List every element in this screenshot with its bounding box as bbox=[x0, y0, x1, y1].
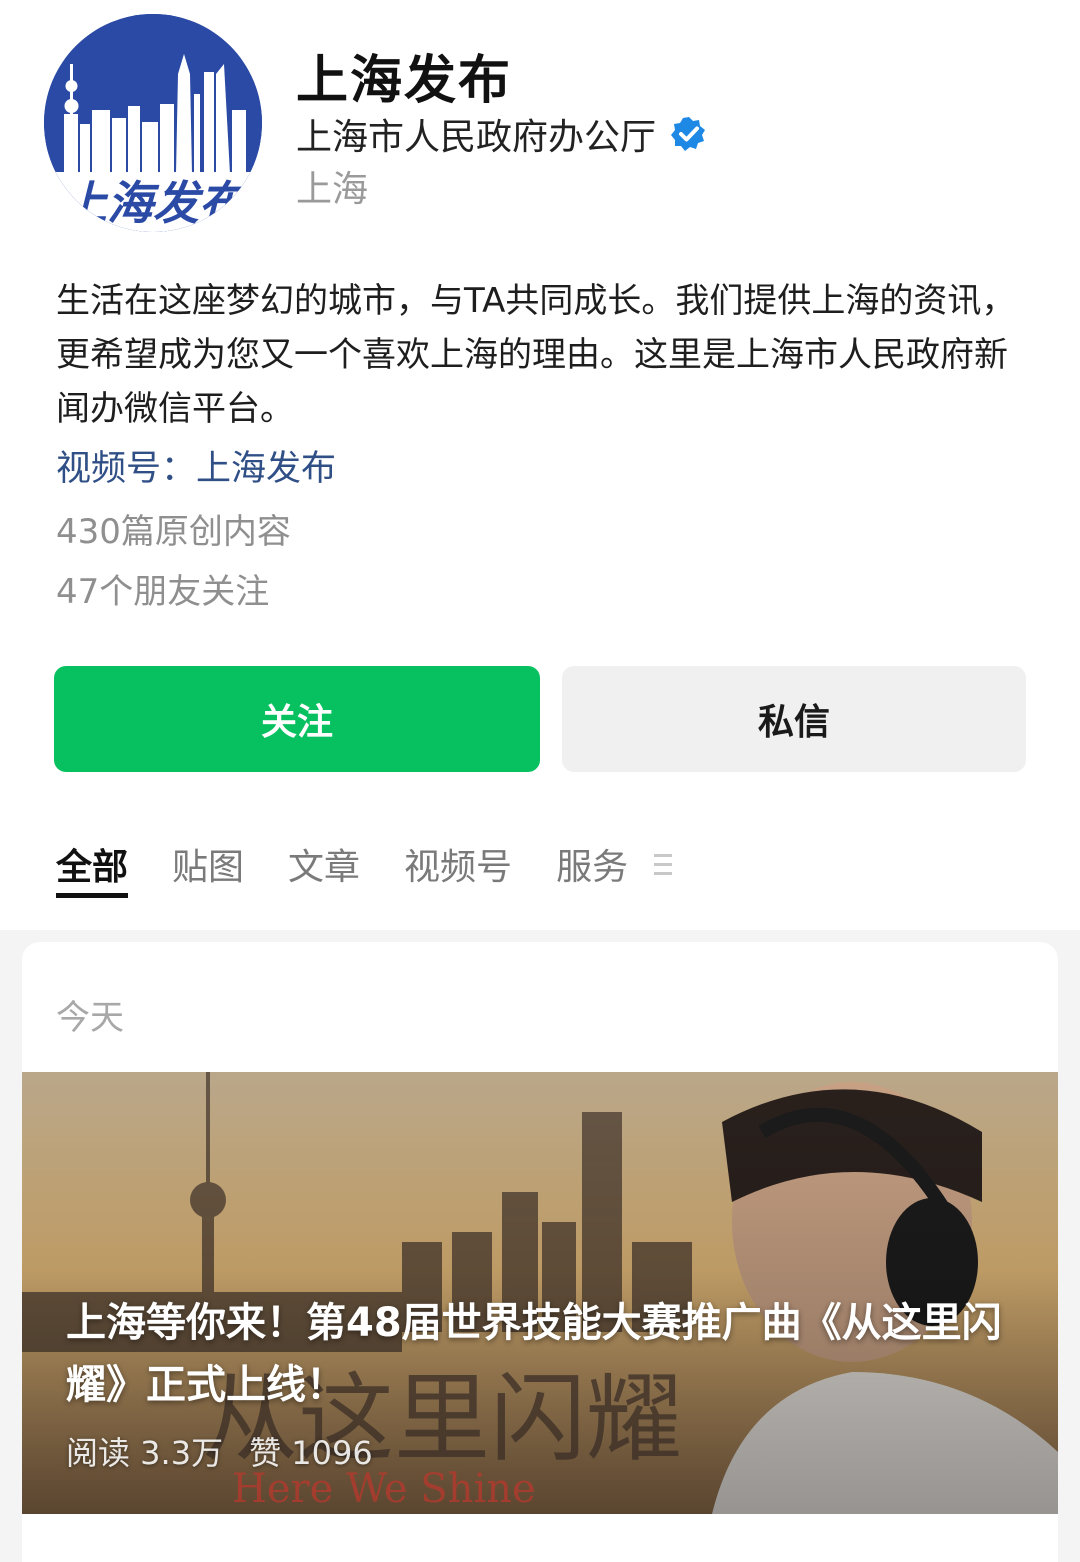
article-reads: 阅读 3.3万 bbox=[66, 1434, 224, 1472]
article-likes: 赞 1096 bbox=[249, 1434, 373, 1472]
avatar-skyline-logo: 上海发布 bbox=[44, 14, 262, 232]
account-region: 上海 bbox=[296, 169, 369, 210]
services-menu-icon[interactable] bbox=[654, 854, 672, 876]
feed-date-label: 今天 bbox=[56, 998, 124, 1038]
svg-text:上海发布: 上海发布 bbox=[61, 176, 252, 230]
original-content-count[interactable]: 430篇原创内容 bbox=[56, 504, 291, 553]
article-cover-image[interactable]: 从这里闪耀 Here We Shine 上海等你来！第48届世界技能大赛推广曲《… bbox=[22, 1072, 1058, 1514]
message-button[interactable]: 私信 bbox=[562, 666, 1026, 772]
article-title: 上海等你来！第48届世界技能大赛推广曲《从这里闪耀》正式上线！ bbox=[66, 1300, 1002, 1408]
follow-button[interactable]: 关注 bbox=[54, 666, 540, 772]
content-tabs: 全部 贴图 文章 视频号 服务 bbox=[56, 838, 672, 898]
account-name: 上海发布 bbox=[296, 51, 513, 111]
profile-header: 上海发布 上海发布 上海市人民政府办公厅 上海 生活在这座梦幻的城市，与TA共同… bbox=[0, 0, 1080, 930]
account-bio: 生活在这座梦幻的城市，与TA共同成长。我们提供上海的资讯，更希望成为您又一个喜欢… bbox=[56, 281, 1016, 429]
tab-services[interactable]: 服务 bbox=[556, 838, 628, 898]
tab-articles[interactable]: 文章 bbox=[288, 838, 360, 898]
tab-channels[interactable]: 视频号 bbox=[404, 838, 512, 898]
account-avatar[interactable]: 上海发布 bbox=[44, 14, 262, 232]
article-stats: 阅读 3.3万赞 1096 bbox=[66, 1428, 373, 1474]
friends-following-count[interactable]: 47个朋友关注 bbox=[56, 564, 269, 613]
organization-label: 上海市人民政府办公厅 bbox=[296, 117, 657, 158]
channels-link[interactable]: 视频号：上海发布 bbox=[56, 440, 336, 491]
account-organization[interactable]: 上海市人民政府办公厅 bbox=[296, 108, 708, 160]
article-card[interactable]: 今天 从这里闪耀 Here We Shine 上海等你来！第48届世界技能大赛推… bbox=[22, 942, 1058, 1562]
tab-all[interactable]: 全部 bbox=[56, 838, 129, 898]
verified-badge-icon bbox=[670, 115, 708, 153]
tab-images[interactable]: 贴图 bbox=[172, 838, 244, 898]
